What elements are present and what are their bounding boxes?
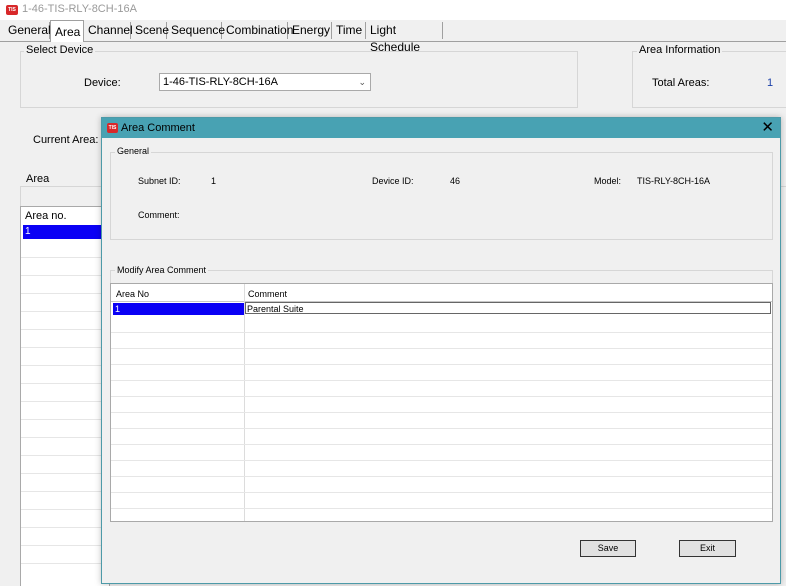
select-device-group-label: Select Device (24, 44, 96, 56)
device-id-label: Device ID: (372, 176, 414, 186)
area-grid-header-area-no: Area no. (25, 210, 67, 222)
grid-line (111, 364, 772, 365)
area-information-group-label: Area Information (637, 44, 723, 56)
grid-line (111, 396, 772, 397)
subnet-id-label: Subnet ID: (138, 176, 181, 186)
grid-line (111, 348, 772, 349)
total-areas-value: 1 (767, 77, 774, 89)
grid-line (21, 365, 109, 366)
device-id-value: 46 (450, 176, 461, 186)
grid-line (21, 383, 109, 384)
grid-line (21, 257, 109, 258)
app-logo-icon: TIS (6, 5, 18, 15)
tab-area[interactable]: Area (50, 20, 84, 42)
area-grid[interactable]: Area no. 1 (20, 206, 110, 586)
device-label: Device: (84, 77, 121, 89)
grid-line (21, 563, 109, 564)
dialog-logo-icon: TIS (107, 123, 118, 133)
grid-line (111, 428, 772, 429)
tab-sequence[interactable]: Sequence (167, 22, 225, 39)
grid-line (21, 437, 109, 438)
grid-line (21, 329, 109, 330)
grid-line (21, 401, 109, 402)
area-comment-dialog: TIS Area Comment ✕ General Subnet ID: 1 … (101, 117, 781, 584)
current-area-label: Current Area: (33, 134, 99, 146)
device-select-value: 1-46-TIS-RLY-8CH-16A (163, 76, 278, 88)
dialog-title: Area Comment (121, 122, 195, 134)
window-title: 1-46-TIS-RLY-8CH-16A (22, 3, 137, 15)
subnet-id-value: 1 (211, 176, 217, 186)
grid-line (21, 347, 109, 348)
total-areas-label: Total Areas: (652, 77, 710, 89)
tab-general[interactable]: General (4, 22, 51, 39)
save-button[interactable]: Save (580, 540, 636, 557)
grid-line (111, 460, 772, 461)
grid-line (21, 311, 109, 312)
grid-line (21, 509, 109, 510)
grid-line (111, 380, 772, 381)
grid-line (111, 476, 772, 477)
tab-scene[interactable]: Scene (131, 22, 169, 39)
grid-line (111, 508, 772, 509)
tab-energy[interactable]: Energy (288, 22, 332, 39)
dialog-title-bar[interactable]: TIS Area Comment ✕ (102, 118, 780, 138)
area-no-cell[interactable]: 1 (113, 303, 244, 315)
general-group (110, 152, 773, 240)
title-bar: TIS 1-46-TIS-RLY-8CH-16A (0, 0, 786, 20)
area-grid-row[interactable]: 1 (23, 225, 107, 239)
column-header-area-no[interactable]: Area No (116, 289, 149, 299)
tab-combination[interactable]: Combination (222, 22, 293, 39)
chevron-down-icon[interactable]: ⌄ (358, 77, 366, 88)
area-group-label: Area (24, 173, 52, 185)
exit-button[interactable]: Exit (679, 540, 736, 557)
grid-line (21, 473, 109, 474)
grid-line (21, 293, 109, 294)
column-divider (244, 284, 245, 521)
close-icon[interactable]: ✕ (761, 119, 774, 137)
model-label: Model: (594, 176, 622, 186)
grid-line (21, 491, 109, 492)
grid-line (111, 332, 772, 333)
grid-line (111, 492, 772, 493)
grid-line (21, 455, 109, 456)
device-select[interactable]: 1-46-TIS-RLY-8CH-16A ⌄ (159, 73, 371, 91)
grid-line (111, 412, 772, 413)
comment-cell-editor[interactable]: Parental Suite (245, 302, 771, 314)
tab-light-schedule[interactable]: Light Schedule (366, 22, 443, 54)
model-value: TIS-RLY-8CH-16A (637, 176, 711, 186)
column-header-comment[interactable]: Comment (248, 289, 287, 299)
comment-grid[interactable]: Area No Comment 1 Parental Suite (110, 283, 773, 522)
grid-line (111, 444, 772, 445)
comment-label: Comment: (138, 210, 180, 220)
general-group-label: General (115, 146, 152, 156)
grid-line (21, 275, 109, 276)
grid-line (21, 527, 109, 528)
grid-line (21, 419, 109, 420)
tab-channel[interactable]: Channel (84, 22, 133, 39)
grid-line (21, 545, 109, 546)
modify-area-comment-group-label: Modify Area Comment (115, 265, 209, 275)
tab-time[interactable]: Time (332, 22, 366, 39)
